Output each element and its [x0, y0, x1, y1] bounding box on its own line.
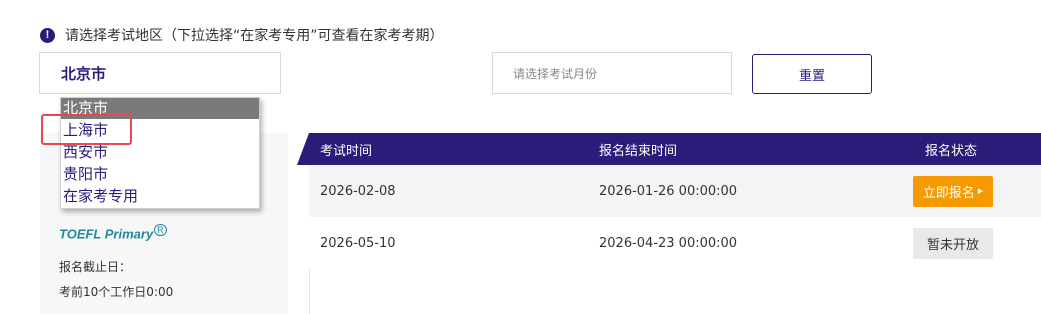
table-empty-area	[309, 269, 1041, 314]
month-select-placeholder: 请选择考试月份	[513, 66, 598, 81]
header-end-time: 报名结束时间	[599, 143, 678, 159]
exam-schedule-table: 考试时间 报名结束时间 报名状态 2026-02-08 2026-01-26 0…	[297, 133, 1041, 314]
status-cell: 立即报名 ▶	[913, 165, 993, 217]
toefl-primary-logo: TOEFL Primary R	[59, 224, 167, 241]
region-notice: ! 请选择考试地区（下拉选择“在家考专用”可查看在家考考期）	[40, 25, 444, 45]
toefl-primary-logo-text: TOEFL Primary	[59, 226, 154, 242]
region-notice-text: 请选择考试地区（下拉选择“在家考专用”可查看在家考考期）	[65, 28, 444, 44]
table-header: 考试时间 报名结束时间 报名状态	[297, 133, 1041, 165]
region-option-guiyang[interactable]: 贵阳市	[61, 163, 259, 185]
exam-date-cell: 2026-05-10	[320, 235, 396, 251]
end-time-cell: 2026-04-23 00:00:00	[599, 235, 738, 251]
region-option-xian[interactable]: 西安市	[61, 141, 259, 163]
region-select[interactable]: 北京市	[39, 52, 281, 94]
region-dropdown-list[interactable]: 北京市 上海市 西安市 贵阳市 在家考专用	[60, 97, 260, 209]
table-row: 2026-02-08 2026-01-26 00:00:00 立即报名 ▶	[309, 165, 1041, 217]
caret-right-icon: ▶	[977, 187, 984, 195]
register-now-label: 立即报名	[922, 185, 975, 201]
deadline-value: 考前10个工作日0:00	[59, 285, 174, 299]
reset-button[interactable]: 重置	[752, 54, 872, 94]
deadline-label: 报名截止日：	[59, 260, 132, 274]
end-time-cell: 2026-01-26 00:00:00	[599, 183, 738, 199]
region-select-value: 北京市	[61, 64, 107, 83]
header-status: 报名状态	[925, 143, 978, 159]
month-select[interactable]: 请选择考试月份	[492, 52, 732, 94]
region-option-beijing[interactable]: 北京市	[61, 98, 259, 119]
region-option-shanghai[interactable]: 上海市	[61, 119, 259, 141]
table-row: 2026-05-10 2026-04-23 00:00:00 暂未开放	[309, 217, 1041, 269]
status-cell: 暂未开放	[913, 217, 993, 269]
header-exam-date: 考试时间	[320, 143, 373, 159]
exam-date-cell: 2026-02-08	[320, 183, 396, 199]
registered-mark-icon: R	[154, 224, 167, 236]
header-corner	[297, 133, 309, 165]
not-open-button: 暂未开放	[913, 227, 993, 259]
region-option-home-exam[interactable]: 在家考专用	[61, 185, 259, 207]
exclamation-icon: !	[40, 27, 55, 43]
register-now-button[interactable]: 立即报名 ▶	[913, 175, 993, 207]
